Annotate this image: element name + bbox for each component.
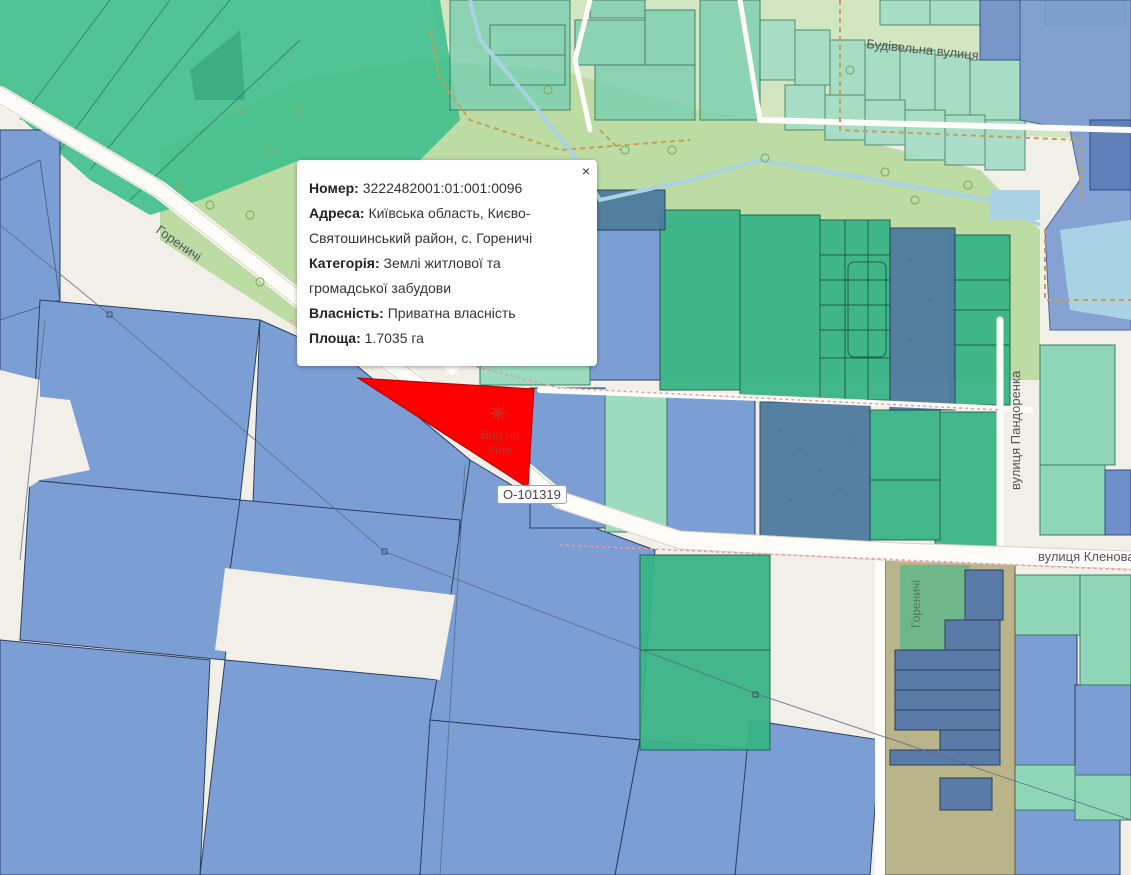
street-label-horenychi-small: Гореничі (909, 580, 923, 628)
area-label: Площа: (309, 330, 361, 346)
popup-address-row: Адреса: Київська область, Києво-Святошин… (309, 201, 583, 251)
number-value: 3222482001:01:001:0096 (362, 180, 523, 196)
parcel-info-popup: × Номер: 3222482001:01:001:0096 Адреса: … (297, 160, 597, 366)
viewpoint-label: Вид на Київ (480, 428, 520, 457)
popup-number-row: Номер: 3222482001:01:001:0096 (309, 176, 583, 201)
number-label: Номер: (309, 180, 359, 196)
route-shield: O-101319 (497, 485, 567, 504)
street-label-klenova: вулиця Кленова (1038, 549, 1131, 564)
viewpoint-icon (490, 405, 506, 421)
cadastral-map[interactable]: Будівельна вулиця Гореничі вулиця Пандор… (0, 0, 1131, 875)
ownership-value: Приватна власність (387, 305, 516, 321)
ownership-label: Власність: (309, 305, 384, 321)
popup-category-row: Категорія: Землі житлової та громадської… (309, 251, 583, 301)
close-icon[interactable]: × (579, 162, 593, 180)
popup-area-row: Площа: 1.7035 га (309, 326, 583, 351)
street-label-pandorenka: вулиця Пандоренка (1008, 370, 1023, 490)
category-label: Категорія: (309, 255, 380, 271)
popup-tip (442, 365, 462, 376)
popup-ownership-row: Власність: Приватна власність (309, 301, 583, 326)
area-value: 1.7035 га (364, 330, 424, 346)
address-label: Адреса: (309, 205, 365, 221)
